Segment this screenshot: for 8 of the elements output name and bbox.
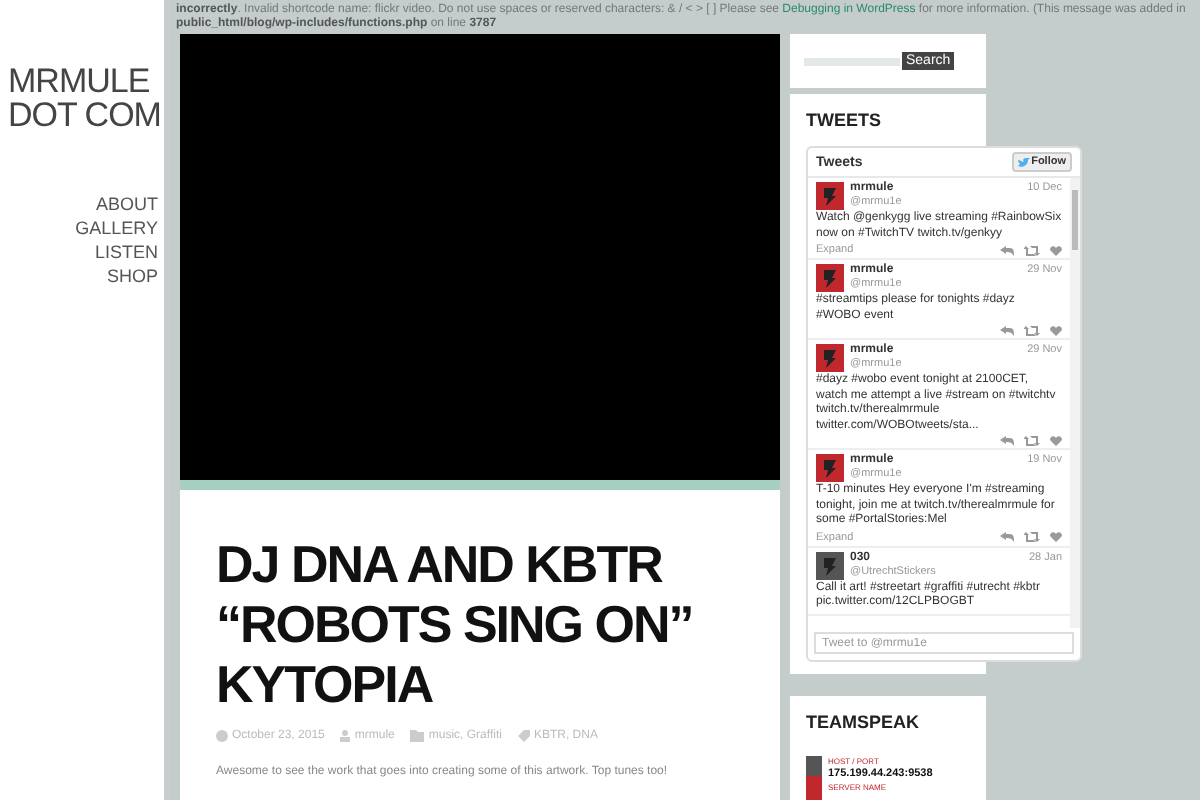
- post-title[interactable]: DJ DNA AND KBTR “ROBOTS SING ON” KYTOPIA: [216, 534, 693, 714]
- widget-title: TWEETS: [806, 110, 883, 130]
- site-title[interactable]: MRMULE DOT COM: [8, 64, 164, 132]
- nav-link[interactable]: LISTEN: [94, 240, 158, 264]
- nav-link[interactable]: GALLERY: [75, 216, 158, 240]
- nav-link[interactable]: ABOUT: [95, 192, 158, 216]
- nav-link[interactable]: SHOP: [106, 264, 158, 288]
- widget-title: TEAMSPEAK: [806, 712, 922, 732]
